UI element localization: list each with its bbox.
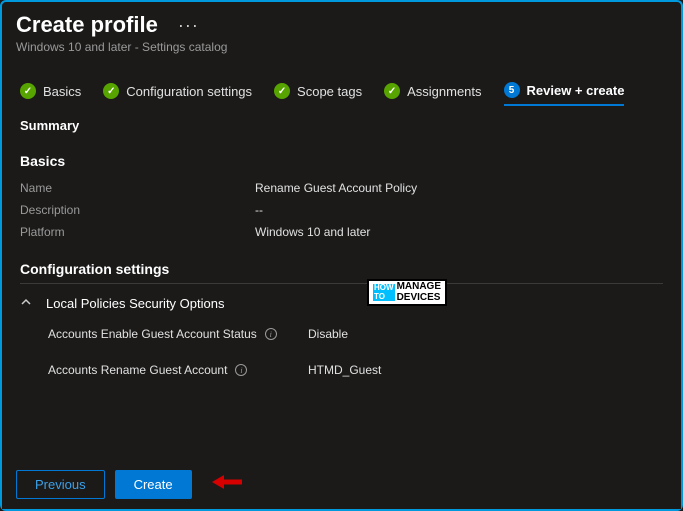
setting-value: Disable (308, 327, 348, 341)
kv-platform: Platform Windows 10 and later (20, 225, 663, 239)
check-icon: ✓ (274, 83, 290, 99)
chevron-up-icon (20, 296, 32, 311)
step-label: Basics (43, 84, 81, 99)
step-label: Configuration settings (126, 84, 252, 99)
arrow-annotation-icon (210, 472, 246, 497)
step-label: Review + create (527, 83, 625, 98)
info-icon[interactable]: i (235, 364, 247, 376)
setting-label-text: Accounts Rename Guest Account (48, 363, 227, 377)
step-label: Assignments (407, 84, 481, 99)
step-assignments[interactable]: ✓ Assignments (384, 83, 481, 99)
header: Create profile ··· Windows 10 and later … (2, 2, 681, 58)
kv-val: -- (255, 203, 263, 217)
watermark-text: MANAGE DEVICES (397, 282, 441, 303)
step-basics[interactable]: ✓ Basics (20, 83, 81, 99)
page-title: Create profile (16, 12, 158, 38)
wizard-steps: ✓ Basics ✓ Configuration settings ✓ Scop… (2, 58, 681, 108)
page-subtitle: Windows 10 and later - Settings catalog (16, 40, 667, 54)
kv-key: Name (20, 181, 255, 195)
check-icon: ✓ (384, 83, 400, 99)
kv-key: Platform (20, 225, 255, 239)
basics-heading: Basics (20, 153, 663, 169)
collapse-local-policies[interactable]: Local Policies Security Options (20, 296, 663, 311)
collapse-label: Local Policies Security Options (46, 296, 224, 311)
kv-val: Windows 10 and later (255, 225, 370, 239)
kv-name: Name Rename Guest Account Policy (20, 181, 663, 195)
kv-key: Description (20, 203, 255, 217)
step-review-create[interactable]: 5 Review + create (504, 82, 625, 106)
content-area: Summary Basics Name Rename Guest Account… (2, 108, 681, 409)
divider (20, 283, 663, 284)
step-scope-tags[interactable]: ✓ Scope tags (274, 83, 362, 99)
setting-label-text: Accounts Enable Guest Account Status (48, 327, 257, 341)
setting-rename-guest-account: Accounts Rename Guest Account i HTMD_Gue… (48, 363, 663, 377)
step-configuration-settings[interactable]: ✓ Configuration settings (103, 83, 252, 99)
create-button[interactable]: Create (115, 470, 192, 499)
check-icon: ✓ (103, 83, 119, 99)
step-number-icon: 5 (504, 82, 520, 98)
previous-button[interactable]: Previous (16, 470, 105, 499)
info-icon[interactable]: i (265, 328, 277, 340)
watermark-logo: HOW TO MANAGE DEVICES (367, 279, 447, 306)
setting-value: HTMD_Guest (308, 363, 381, 377)
footer-bar: Previous Create (2, 460, 681, 509)
kv-val: Rename Guest Account Policy (255, 181, 417, 195)
kv-description: Description -- (20, 203, 663, 217)
step-label: Scope tags (297, 84, 362, 99)
setting-guest-account-status: Accounts Enable Guest Account Status i D… (48, 327, 663, 341)
config-settings-heading: Configuration settings (20, 261, 663, 277)
watermark-how: HOW TO (373, 284, 395, 302)
more-icon[interactable]: ··· (178, 15, 199, 36)
summary-label: Summary (20, 118, 663, 133)
check-icon: ✓ (20, 83, 36, 99)
